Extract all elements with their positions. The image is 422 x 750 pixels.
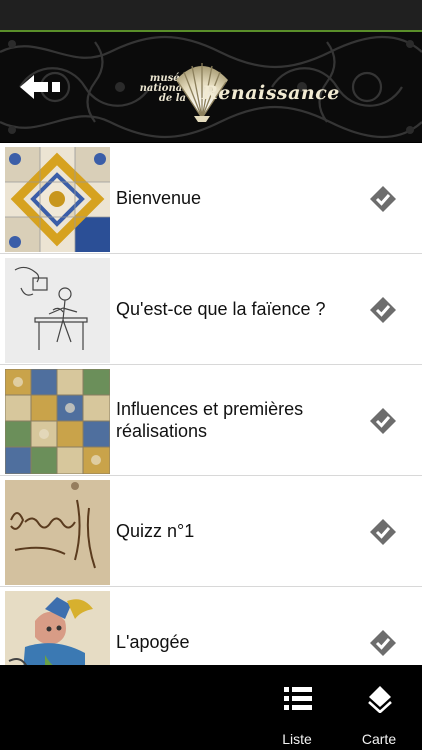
check-icon: [370, 630, 396, 656]
list-item[interactable]: Qu'est-ce que la faïence ?: [0, 254, 422, 365]
item-label: Qu'est-ce que la faïence ?: [116, 299, 326, 319]
potter-sketch-image: [5, 258, 110, 363]
check-icon: [370, 186, 396, 212]
list-item[interactable]: Bienvenue: [0, 143, 422, 254]
check-icon: [370, 408, 396, 434]
app-header: musée national de la Renaissance: [0, 32, 422, 142]
list-item[interactable]: L'apogée: [0, 587, 422, 665]
handwriting-manuscript-image: [5, 480, 110, 585]
check-icon: [370, 297, 396, 323]
tiles-blue-yellow-image: [5, 147, 110, 252]
back-button[interactable]: [18, 72, 66, 102]
bottom-tab-bar: Liste Carte: [0, 665, 422, 750]
tab-carte[interactable]: Carte: [344, 665, 414, 750]
status-bar: [0, 0, 422, 32]
tile-wall-image: [5, 369, 110, 474]
museum-logo: musée national de la Renaissance: [132, 56, 339, 128]
list-icon: [284, 687, 312, 710]
tab-label: Liste: [282, 731, 312, 747]
item-label: Quizz n°1: [116, 521, 195, 541]
item-label: Bienvenue: [116, 188, 202, 208]
list-item[interactable]: Influences et premières réalisations: [0, 365, 422, 476]
tab-label: Carte: [361, 731, 397, 747]
logo-title: Renaissance: [202, 82, 340, 104]
map-layers-icon: [368, 686, 392, 713]
back-arrow-icon: [20, 75, 60, 99]
chapter-list[interactable]: Bienvenue Qu'est-ce que la faïence ? Inf…: [0, 143, 422, 665]
painted-figure-plate-image: [5, 591, 110, 665]
item-label: L'apogée: [116, 632, 190, 652]
list-item[interactable]: Quizz n°1: [0, 476, 422, 587]
check-icon: [370, 519, 396, 545]
tab-liste[interactable]: Liste: [262, 665, 332, 750]
item-label: Influences et premières réalisations: [116, 399, 304, 441]
